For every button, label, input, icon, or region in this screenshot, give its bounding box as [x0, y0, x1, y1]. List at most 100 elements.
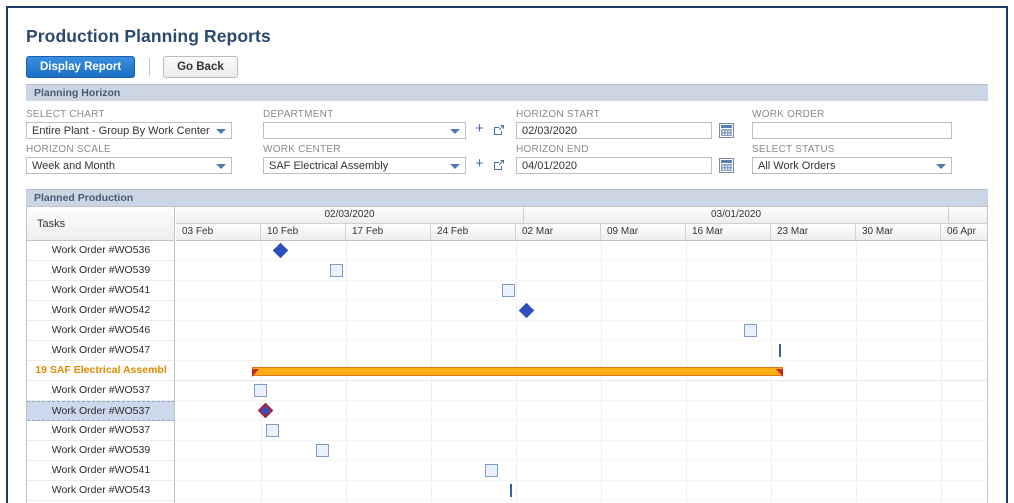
department-label: DEPARTMENT	[263, 109, 334, 120]
section-header-planning-horizon-label: Planning Horizon	[34, 87, 121, 99]
gantt-timeline-row	[176, 461, 987, 481]
external-link-icon[interactable]	[493, 123, 505, 135]
horizon-scale-dropdown[interactable]: Week and Month	[26, 157, 232, 174]
gantt-week-label: 10 Feb	[267, 226, 299, 237]
gantt-week-cell: 17 Feb	[346, 224, 431, 240]
gantt-task-row[interactable]: Work Order #WO541	[27, 461, 174, 481]
select-chart-label: SELECT CHART	[26, 109, 105, 120]
gantt-week-cell: 09 Mar	[601, 224, 686, 240]
horizon-start-label: HORIZON START	[516, 109, 600, 120]
gantt-month-header: 02/03/2020 03/01/2020	[176, 207, 987, 224]
gantt-timeline-pane[interactable]: 02/03/2020 03/01/2020 03 Feb 10 Feb 17 Feb 2…	[176, 207, 987, 503]
gantt-task-marker[interactable]	[485, 464, 498, 477]
department-dropdown[interactable]	[263, 122, 466, 139]
horizon-start-input[interactable]: 02/03/2020	[516, 122, 712, 139]
select-status-label: SELECT STATUS	[752, 144, 835, 155]
calendar-icon[interactable]	[719, 123, 734, 138]
gantt-week-label: 30 Mar	[862, 226, 894, 237]
gantt-summary-bar-end-cap	[776, 369, 783, 377]
chevron-down-icon	[450, 164, 460, 169]
horizon-end-value: 04/01/2020	[522, 160, 578, 172]
external-link-icon[interactable]	[493, 158, 505, 170]
gantt-summary-bar[interactable]	[252, 367, 783, 376]
select-status-value: All Work Orders	[758, 160, 836, 172]
gantt-task-marker[interactable]	[266, 424, 279, 437]
horizon-start-value: 02/03/2020	[522, 125, 578, 137]
gantt-week-cell: 23 Mar	[771, 224, 856, 240]
gantt-week-cell: 24 Feb	[431, 224, 516, 240]
gantt-timeline-row	[176, 261, 987, 281]
gantt-tasks-column-header-label: Tasks	[37, 218, 66, 230]
gantt-week-label: 06 Apr	[947, 226, 976, 237]
work-order-input[interactable]	[752, 122, 952, 139]
gantt-summary-bar-start-cap	[252, 369, 259, 377]
toolbar: Display Report Go Back	[26, 56, 238, 78]
gantt-tick-marker[interactable]	[779, 344, 781, 357]
gantt-timeline-row	[176, 341, 987, 361]
horizon-end-input[interactable]: 04/01/2020	[516, 157, 712, 174]
chevron-down-icon	[450, 129, 460, 134]
gantt-month-cell: 02/03/2020	[176, 207, 524, 223]
gantt-chart: Tasks Work Order #WO536 Work Order #WO539…	[26, 206, 988, 503]
plus-icon[interactable]: +	[474, 156, 485, 172]
gantt-task-marker[interactable]	[254, 384, 267, 397]
gantt-task-marker[interactable]	[502, 284, 515, 297]
horizon-scale-label: HORIZON SCALE	[26, 144, 111, 155]
gantt-task-marker[interactable]	[744, 324, 757, 337]
gantt-week-label: 23 Mar	[777, 226, 809, 237]
gantt-task-row[interactable]: Work Order #WO542	[27, 301, 174, 321]
gantt-task-row[interactable]: Work Order #WO539	[27, 261, 174, 281]
work-center-dropdown[interactable]: SAF Electrical Assembly	[263, 157, 466, 174]
gantt-week-cell: 10 Feb	[261, 224, 346, 240]
toolbar-divider	[148, 58, 150, 76]
select-status-dropdown[interactable]: All Work Orders	[752, 157, 952, 174]
chevron-down-icon	[216, 129, 226, 134]
work-center-value: SAF Electrical Assembly	[269, 160, 389, 172]
gantt-task-row[interactable]: Work Order #WO541	[27, 281, 174, 301]
gantt-week-label: 02 Mar	[522, 226, 554, 237]
app-window: Production Planning Reports Display Repo…	[6, 6, 1008, 503]
gantt-week-label: 17 Feb	[352, 226, 384, 237]
gantt-timeline-row	[176, 381, 987, 401]
gantt-task-row[interactable]: Work Order #WO539	[27, 441, 174, 461]
gantt-week-cell: 03 Feb	[176, 224, 261, 240]
section-header-planned-production: Planned Production	[26, 189, 988, 206]
gantt-task-row[interactable]: Work Order #WO537	[27, 401, 174, 421]
page-title: Production Planning Reports	[26, 26, 271, 46]
gantt-timeline-row	[176, 301, 987, 321]
calendar-icon[interactable]	[719, 158, 734, 173]
gantt-task-row[interactable]: Work Order #WO543	[27, 481, 174, 501]
select-chart-dropdown[interactable]: Entire Plant - Group By Work Center	[26, 122, 232, 139]
plus-icon[interactable]: +	[474, 121, 485, 137]
gantt-timeline-row	[176, 281, 987, 301]
work-center-label: WORK CENTER	[263, 144, 341, 155]
gantt-tick-marker[interactable]	[510, 484, 512, 497]
gantt-timeline-row	[176, 481, 987, 501]
gantt-task-row[interactable]: Work Order #WO537	[27, 421, 174, 441]
gantt-week-header: 03 Feb 10 Feb 17 Feb 24 Feb 02 Mar 09 Mar 16 M…	[176, 224, 987, 241]
gantt-task-row[interactable]: Work Order #WO536	[27, 241, 174, 261]
gantt-task-marker[interactable]	[316, 444, 329, 457]
go-back-button[interactable]: Go Back	[163, 56, 238, 78]
gantt-task-marker[interactable]	[330, 264, 343, 277]
gantt-month-cell: 03/01/2020	[524, 207, 949, 223]
gantt-timeline-row	[176, 401, 987, 421]
gantt-timeline-row	[176, 441, 987, 461]
chevron-down-icon	[216, 164, 226, 169]
gantt-task-row[interactable]: Work Order #WO537	[27, 381, 174, 401]
gantt-task-row[interactable]: Work Order #WO546	[27, 321, 174, 341]
gantt-week-label: 09 Mar	[607, 226, 639, 237]
horizon-scale-value: Week and Month	[32, 160, 115, 172]
gantt-week-cell: 06 Apr	[941, 224, 987, 240]
chevron-down-icon	[936, 164, 946, 169]
gantt-task-pane: Tasks Work Order #WO536 Work Order #WO539…	[27, 207, 175, 503]
gantt-tasks-column-header: Tasks	[27, 207, 174, 241]
gantt-week-label: 16 Mar	[692, 226, 724, 237]
gantt-task-row[interactable]: Work Order #WO547	[27, 341, 174, 361]
gantt-week-cell: 16 Mar	[686, 224, 771, 240]
gantt-group-row[interactable]: 19 SAF Electrical Assembl	[27, 361, 174, 381]
gantt-timeline-row	[176, 321, 987, 341]
gantt-week-cell: 30 Mar	[856, 224, 941, 240]
horizon-end-label: HORIZON END	[516, 144, 589, 155]
display-report-button[interactable]: Display Report	[26, 56, 136, 78]
